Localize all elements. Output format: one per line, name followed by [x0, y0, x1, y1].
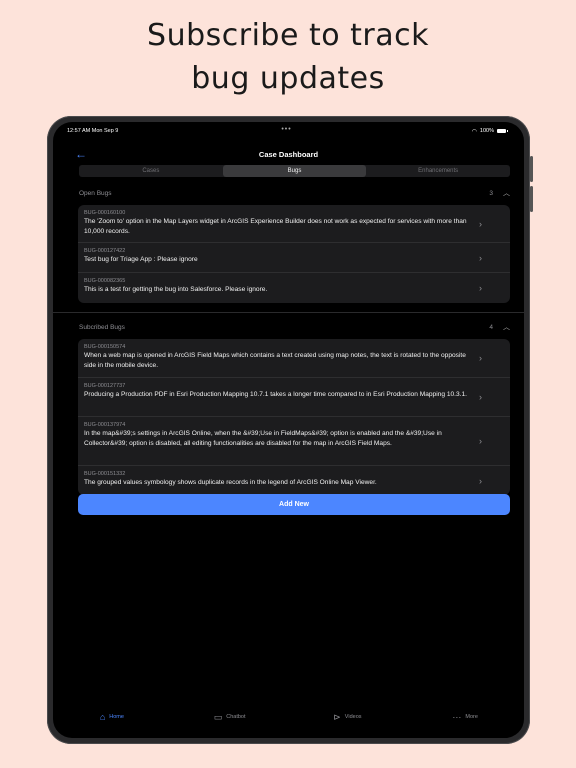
wifi-icon: ◠ [471, 128, 477, 135]
list-item[interactable]: BUG-000160100 The 'Zoom to' option in th… [78, 205, 510, 243]
battery-icon [497, 128, 508, 134]
multitasking-dots-icon[interactable]: ••• [281, 126, 291, 133]
app-screen: 12:57 AM Mon Sep 9 ••• ◠ 100% ← Case Das… [53, 122, 524, 738]
headline-line-1: Subscribe to track [147, 18, 429, 53]
subscribed-bugs-header[interactable]: Subcribed Bugs 4 ︿ [79, 320, 510, 334]
headline-line-2: bug updates [191, 61, 385, 96]
chevron-right-icon: › [479, 283, 482, 293]
list-item[interactable]: BUG-000151332 The grouped values symbolo… [78, 466, 510, 495]
chevron-right-icon: › [479, 475, 482, 486]
list-item[interactable]: BUG-000127422 Test bug for Triage App : … [78, 243, 510, 273]
bug-description: This is a test for getting the bug into … [84, 286, 268, 293]
bug-id: BUG-000150574 [84, 344, 126, 350]
tab-more[interactable]: ··· More [406, 708, 524, 726]
section-divider [53, 312, 524, 313]
segment-enhancements[interactable]: Enhancements [366, 165, 510, 177]
open-bugs-header[interactable]: Open Bugs 3 ︿ [79, 186, 510, 200]
navigation-bar: ← Case Dashboard [53, 147, 524, 163]
bug-id: BUG-000082365 [84, 278, 126, 284]
chat-icon: ▭ [213, 711, 223, 722]
tab-label: Chatbot [226, 714, 246, 720]
bug-description: The grouped values symbology shows dupli… [84, 479, 377, 486]
chevron-right-icon: › [479, 392, 482, 402]
tab-label: More [465, 714, 478, 720]
segment-cases[interactable]: Cases [79, 165, 223, 177]
bug-id: BUG-000160100 [84, 210, 126, 216]
tab-home[interactable]: ⌂ Home [53, 708, 171, 726]
bug-description: The 'Zoom to' option in the Map Layers w… [84, 218, 467, 235]
promo-headline: Subscribe to track bug updates [0, 14, 576, 100]
section-title: Subcribed Bugs [79, 323, 125, 331]
bug-id: BUG-000127422 [84, 248, 126, 254]
segment-bugs[interactable]: Bugs [222, 165, 367, 177]
bug-description: Test bug for Triage App : Please ignore [84, 256, 198, 263]
chevron-up-icon[interactable]: ︿ [503, 188, 510, 198]
list-item[interactable]: BUG-000082365 This is a test for getting… [78, 273, 510, 303]
chevron-right-icon: › [479, 353, 482, 363]
back-arrow-icon[interactable]: ← [75, 146, 87, 162]
tab-chatbot[interactable]: ▭ Chatbot [171, 708, 289, 726]
segmented-control: Cases Bugs Enhancements [79, 165, 510, 177]
volume-button [530, 186, 533, 212]
more-icon: ··· [452, 712, 462, 722]
open-bugs-list: BUG-000160100 The 'Zoom to' option in th… [78, 205, 510, 303]
page-title: Case Dashboard [258, 150, 319, 159]
list-item[interactable]: BUG-000137974 In the map&#39;s settings … [78, 417, 510, 466]
section-count: 3 [489, 189, 493, 197]
chevron-right-icon: › [479, 252, 482, 263]
home-icon: ⌂ [99, 712, 106, 722]
battery-percent: 100% [479, 128, 494, 134]
section-title: Open Bugs [79, 189, 112, 197]
chevron-right-icon: › [479, 436, 482, 446]
list-item[interactable]: BUG-000127737 Producing a Production PDF… [78, 378, 510, 417]
status-bar: 12:57 AM Mon Sep 9 ••• ◠ 100% [67, 124, 508, 138]
bug-id: BUG-000127737 [84, 383, 126, 389]
bug-description: Producing a Production PDF in Esri Produ… [84, 391, 468, 398]
tablet-frame: 12:57 AM Mon Sep 9 ••• ◠ 100% ← Case Das… [47, 116, 533, 744]
list-item[interactable]: BUG-000150574 When a web map is opened i… [78, 339, 510, 378]
bug-description: In the map&#39;s settings in ArcGIS Onli… [84, 430, 442, 447]
tab-videos[interactable]: ⊳ Videos [289, 708, 407, 726]
bug-id: BUG-000137974 [84, 422, 126, 428]
volume-button [530, 156, 533, 182]
tab-label: Home [109, 714, 124, 720]
add-new-button[interactable]: Add New [78, 494, 510, 515]
tab-label: Videos [344, 714, 362, 720]
section-count: 4 [489, 323, 493, 331]
video-icon: ⊳ [333, 711, 341, 722]
bug-id: BUG-000151332 [84, 471, 126, 477]
chevron-up-icon[interactable]: ︿ [503, 322, 510, 332]
bug-description: When a web map is opened in ArcGIS Field… [84, 352, 466, 369]
status-time: 12:57 AM Mon Sep 9 [67, 128, 119, 134]
tab-bar: ⌂ Home ▭ Chatbot ⊳ Videos ··· More [53, 708, 524, 726]
chevron-right-icon: › [479, 218, 482, 229]
subscribed-bugs-list: BUG-000150574 When a web map is opened i… [78, 339, 510, 495]
